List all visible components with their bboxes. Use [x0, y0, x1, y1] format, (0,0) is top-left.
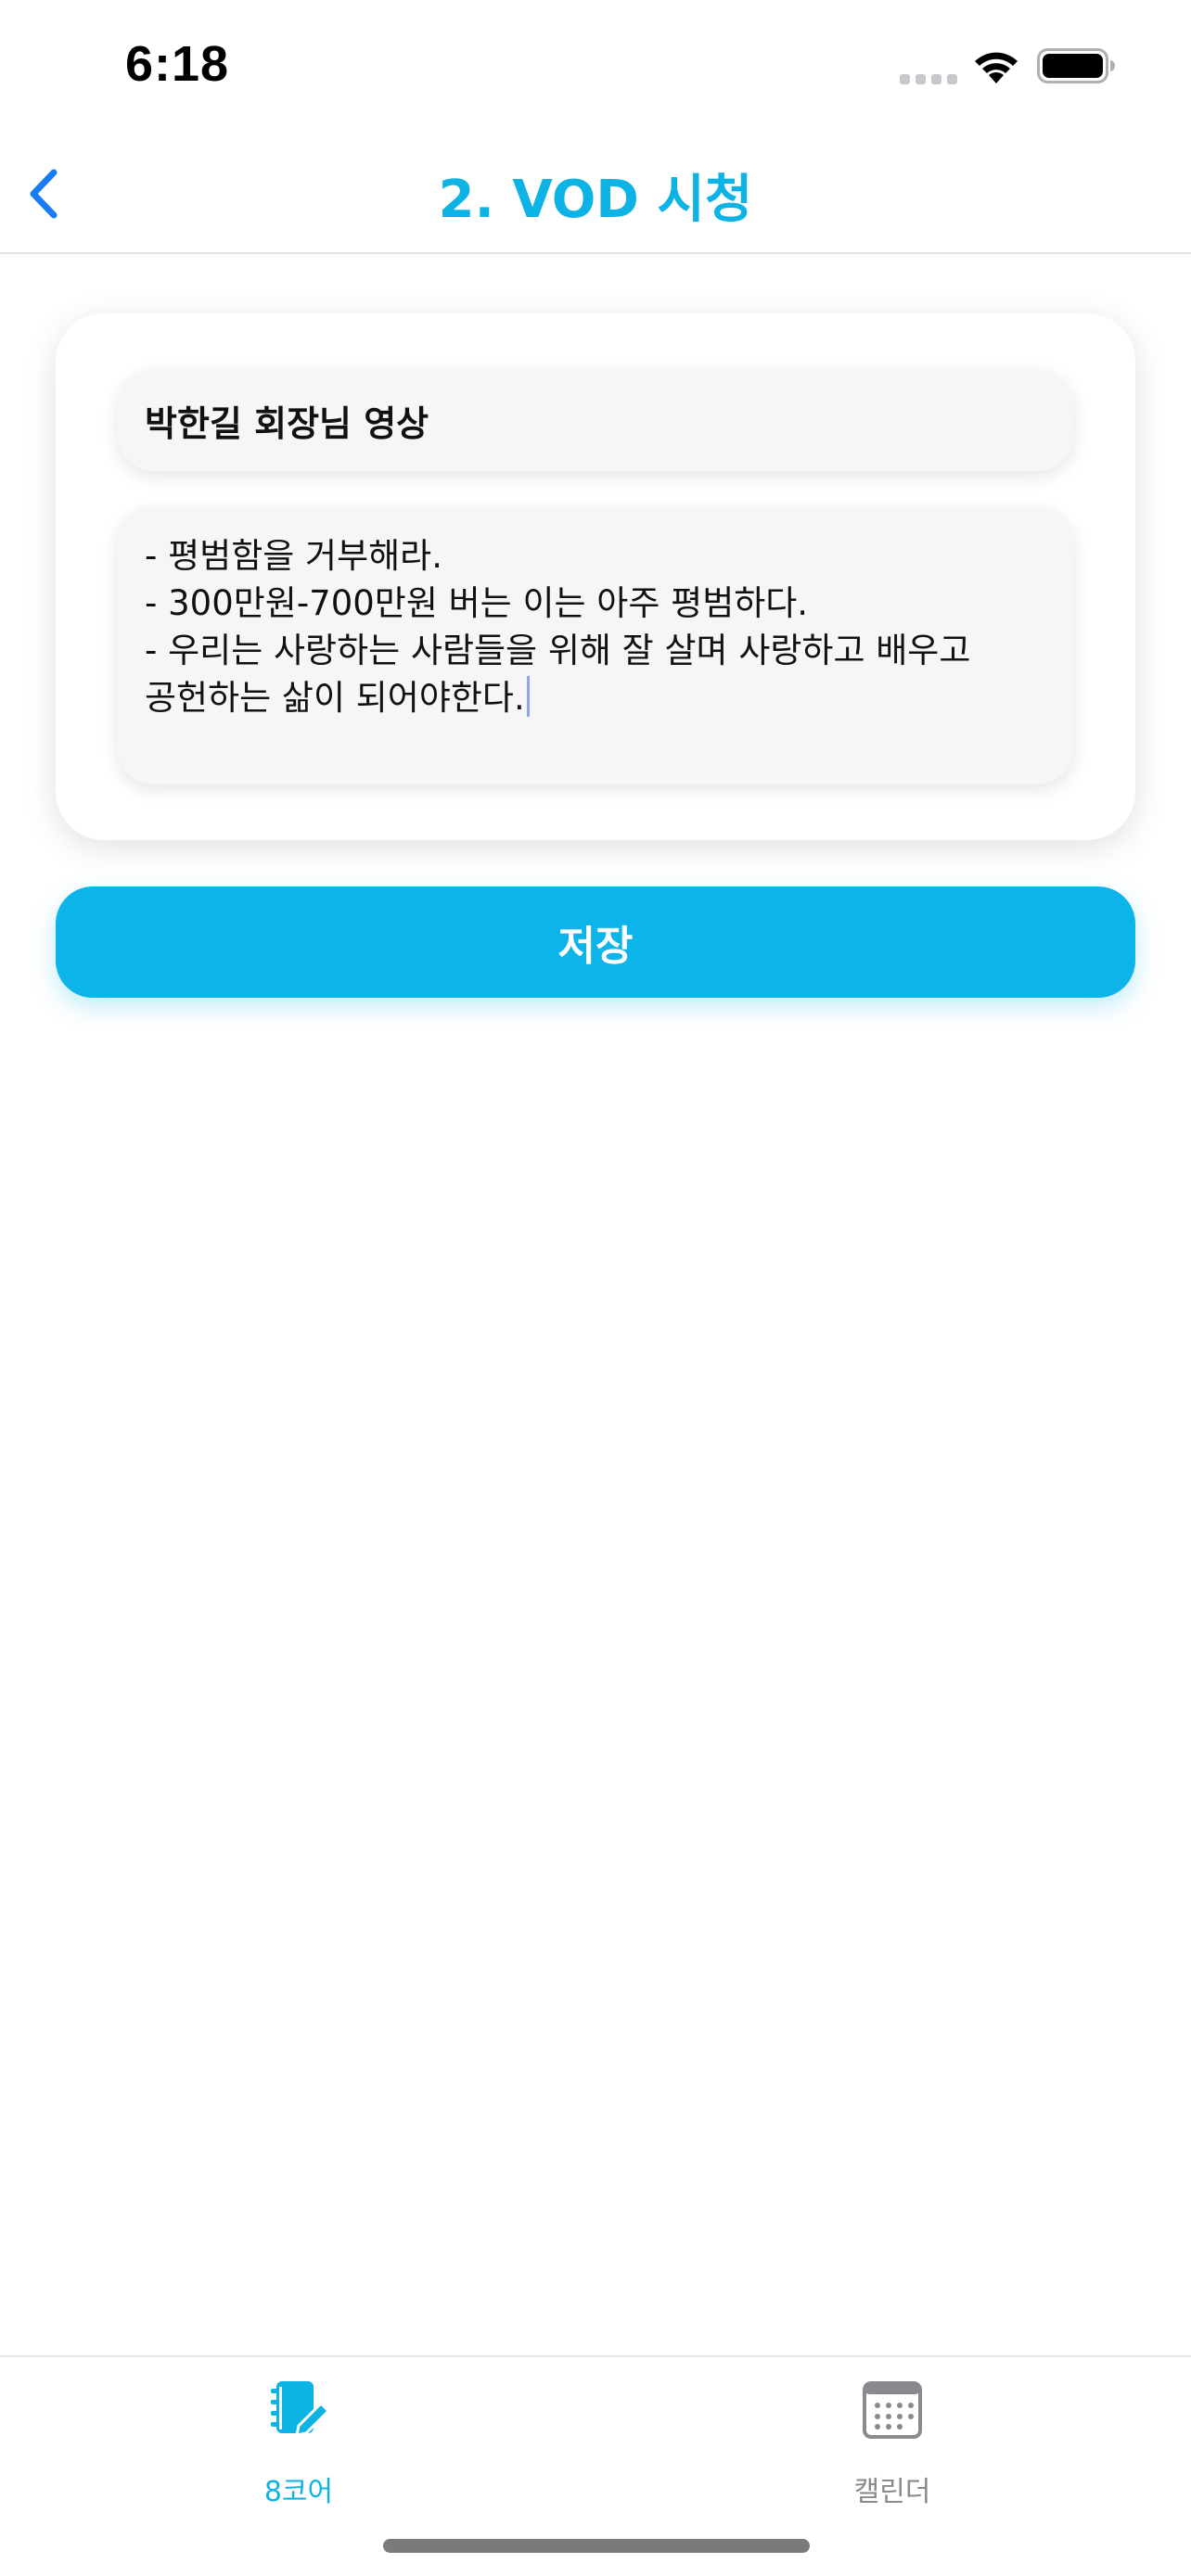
- tab-calendar[interactable]: 캘린더: [781, 2376, 1004, 2515]
- battery-icon: [1037, 48, 1115, 83]
- screen: 6:18 2. VOD 시청 박한길 회장님 영상 - 평범함을 거부해라. -…: [0, 0, 1191, 2576]
- memo-line-text: 공헌하는 삶이 되어야한다.: [145, 678, 525, 718]
- tab-8core-label: 8코어: [263, 2476, 334, 2508]
- wifi-icon: [975, 52, 1018, 83]
- signal-icon: [900, 74, 957, 84]
- page-title: 2. VOD 시청: [438, 170, 753, 230]
- status-time: 6:18: [125, 36, 230, 92]
- tab-calendar-label: 캘린더: [853, 2476, 931, 2508]
- calendar-icon: [863, 2381, 922, 2439]
- memo-card: 박한길 회장님 영상 - 평범함을 거부해라. - 300만원-700만원 버는…: [56, 313, 1135, 840]
- memo-line-last: 공헌하는 삶이 되어야한다.: [145, 674, 1046, 721]
- memo-line: - 우리는 사랑하는 사람들을 위해 잘 살며 사랑하고 배우고: [145, 631, 971, 670]
- title-input[interactable]: 박한길 회장님 영상: [117, 369, 1074, 471]
- tab-8core[interactable]: 8코어: [187, 2376, 410, 2515]
- home-indicator: [383, 2539, 810, 2553]
- memo-line: - 평범함을 거부해라.: [145, 536, 442, 576]
- text-caret: [526, 676, 530, 717]
- status-bar: 6:18: [0, 0, 1191, 130]
- memo-line: - 300만원-700만원 버는 이는 아주 평범하다.: [145, 583, 809, 623]
- memo-textarea[interactable]: - 평범함을 거부해라. - 300만원-700만원 버는 이는 아주 평범하다…: [117, 506, 1074, 784]
- nav-bar: 2. VOD 시청: [0, 130, 1191, 254]
- save-button[interactable]: 저장: [56, 886, 1135, 998]
- notebook-pencil-icon: [271, 2381, 330, 2437]
